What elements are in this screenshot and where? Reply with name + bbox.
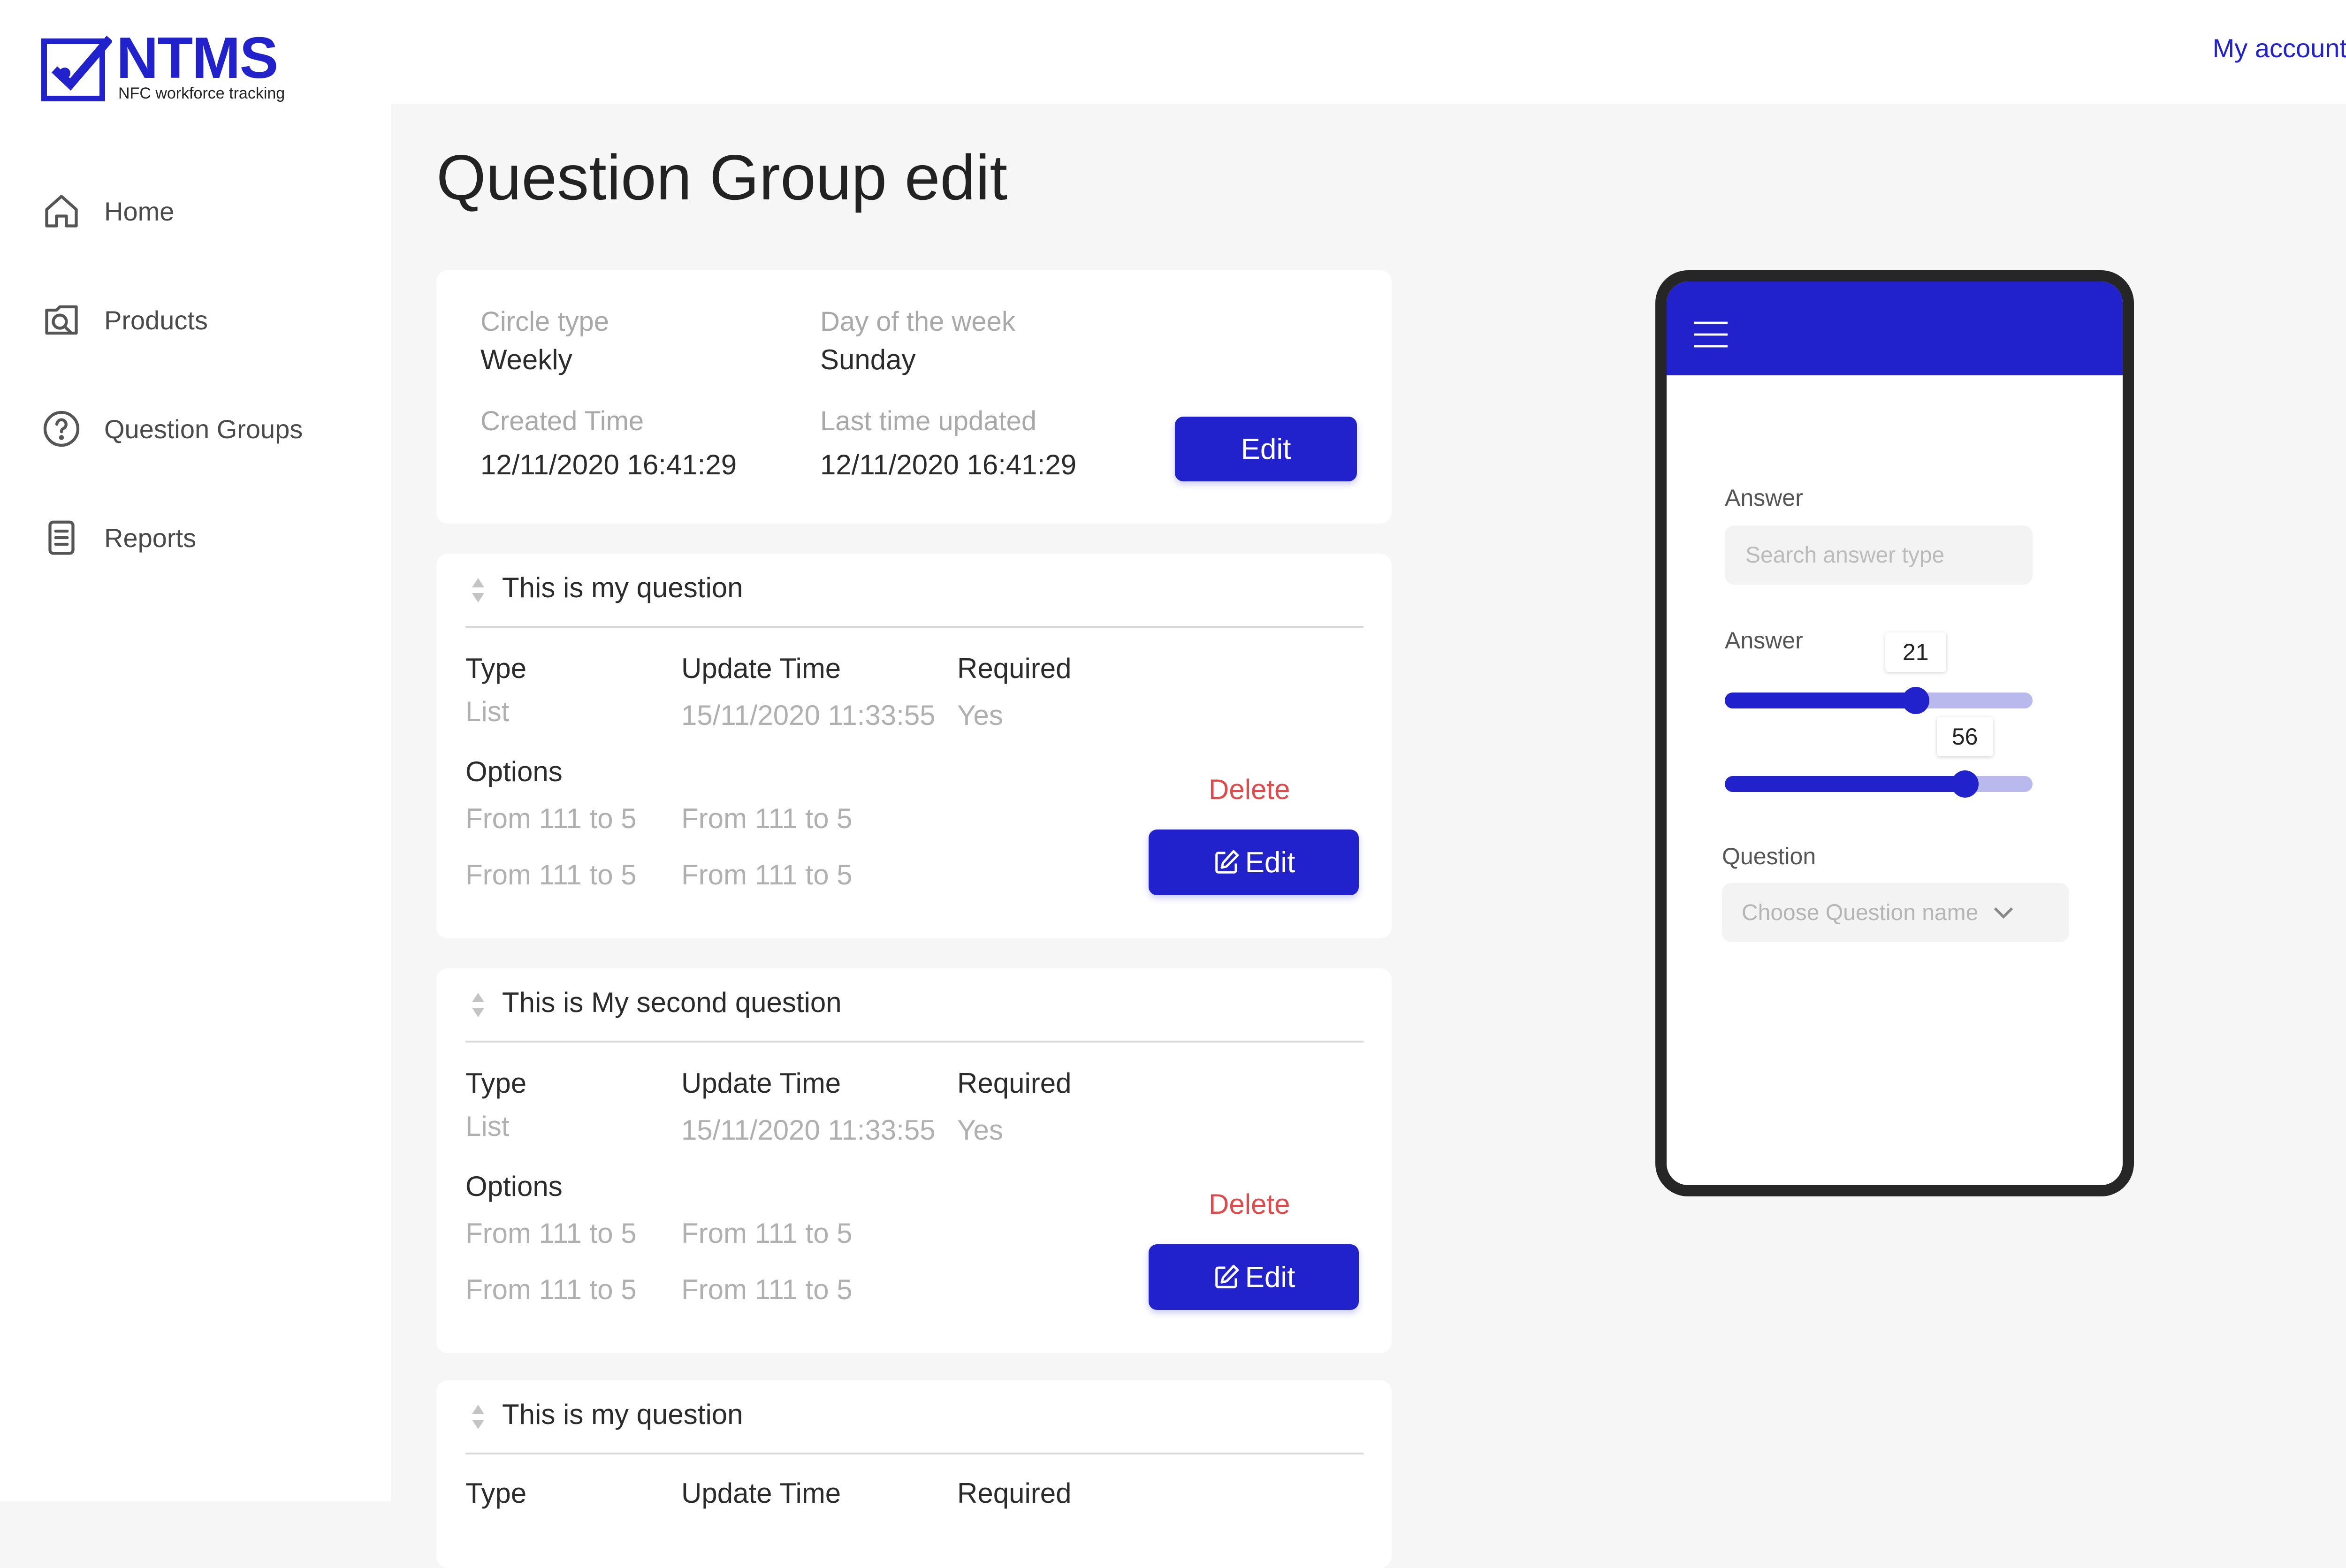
edit-group-label: Edit bbox=[1241, 433, 1291, 465]
question-group-summary-card: Circle type Weekly Day of the week Sunda… bbox=[436, 270, 1392, 524]
sort-handle-icon[interactable] bbox=[470, 1403, 486, 1431]
update-time-value: 15/11/2020 11:33:55 bbox=[681, 700, 936, 731]
required-label: Required bbox=[957, 653, 1072, 684]
circle-type-label: Circle type bbox=[480, 306, 609, 337]
question-select-placeholder: Choose Question name bbox=[1742, 900, 1979, 925]
mobile-preview: Answer Search answer type Answer 21 56 Q… bbox=[1655, 270, 2134, 1196]
edit-question-button[interactable]: Edit bbox=[1149, 1244, 1359, 1310]
created-time-value: 12/11/2020 16:41:29 bbox=[480, 449, 737, 480]
slider-fill bbox=[1725, 693, 1916, 708]
option-item: From 111 to 5 bbox=[681, 803, 853, 834]
answer-slider[interactable]: 56 bbox=[1725, 717, 2033, 798]
question-circle-icon bbox=[41, 409, 82, 449]
home-icon bbox=[41, 191, 82, 231]
option-item: From 111 to 5 bbox=[465, 859, 637, 891]
slider-value-tooltip: 21 bbox=[1885, 632, 1946, 672]
slider-value-tooltip: 56 bbox=[1936, 717, 1993, 756]
slider-thumb[interactable] bbox=[1902, 687, 1929, 714]
sidebar: NTMS NFC workforce tracking Home Product… bbox=[0, 0, 391, 1501]
slider-thumb[interactable] bbox=[1951, 770, 1979, 798]
required-label: Required bbox=[957, 1067, 1072, 1099]
product-search-icon bbox=[41, 300, 82, 340]
chevron-down-icon bbox=[1994, 907, 2013, 919]
edit-question-label: Edit bbox=[1245, 1261, 1295, 1294]
option-item: From 111 to 5 bbox=[465, 1218, 637, 1249]
delete-question-link[interactable]: Delete bbox=[1209, 1188, 1290, 1220]
update-time-label: Update Time bbox=[681, 1067, 841, 1099]
page-title: Question Group edit bbox=[436, 142, 1008, 213]
type-label: Type bbox=[465, 1477, 527, 1509]
day-of-week-value: Sunday bbox=[820, 344, 916, 375]
circle-type-value: Weekly bbox=[480, 344, 572, 375]
sidebar-item-label: Home bbox=[104, 196, 175, 226]
answer-label: Answer bbox=[1725, 627, 1803, 654]
answer-search-input[interactable]: Search answer type bbox=[1725, 525, 2033, 585]
report-icon bbox=[41, 518, 82, 558]
question-title: This is my question bbox=[502, 1399, 743, 1430]
type-value: List bbox=[465, 1111, 510, 1142]
account-menu[interactable]: My account bbox=[2213, 33, 2346, 63]
option-item: From 111 to 5 bbox=[681, 1218, 853, 1249]
edit-question-button[interactable]: Edit bbox=[1149, 830, 1359, 895]
option-item: From 111 to 5 bbox=[681, 859, 853, 891]
options-label: Options bbox=[465, 756, 563, 787]
sidebar-item-question-groups[interactable]: Question Groups bbox=[41, 405, 303, 452]
type-label: Type bbox=[465, 1067, 527, 1099]
sidebar-item-home[interactable]: Home bbox=[41, 188, 174, 235]
divider bbox=[465, 1453, 1363, 1454]
hamburger-menu-icon[interactable] bbox=[1692, 320, 1729, 349]
logo-check-icon bbox=[41, 36, 112, 101]
edit-icon bbox=[1215, 1264, 1239, 1288]
edit-question-label: Edit bbox=[1245, 846, 1295, 879]
created-time-label: Created Time bbox=[480, 406, 644, 436]
option-item: From 111 to 5 bbox=[465, 1274, 637, 1305]
answer-label: Answer bbox=[1725, 485, 1803, 511]
sidebar-item-label: Question Groups bbox=[104, 414, 303, 444]
delete-question-link[interactable]: Delete bbox=[1209, 773, 1290, 806]
edit-group-button[interactable]: Edit bbox=[1175, 417, 1357, 481]
sort-handle-icon[interactable] bbox=[470, 576, 486, 604]
update-time-label: Update Time bbox=[681, 1477, 841, 1509]
logo[interactable]: NTMS NFC workforce tracking bbox=[41, 29, 304, 106]
sidebar-item-label: Products bbox=[104, 305, 208, 335]
mobile-app-bar bbox=[1667, 282, 2123, 375]
question-select[interactable]: Choose Question name bbox=[1722, 883, 2069, 942]
sort-handle-icon[interactable] bbox=[470, 991, 486, 1019]
question-card: This is my question Type Update Time Req… bbox=[436, 1380, 1392, 1568]
brand-name: NTMS bbox=[116, 26, 278, 91]
sidebar-item-label: Reports bbox=[104, 523, 197, 553]
sidebar-item-reports[interactable]: Reports bbox=[41, 514, 196, 561]
type-label: Type bbox=[465, 653, 527, 684]
divider bbox=[465, 626, 1363, 628]
required-value: Yes bbox=[957, 1114, 1003, 1146]
type-value: List bbox=[465, 696, 510, 727]
question-title: This is my question bbox=[502, 572, 743, 603]
day-of-week-label: Day of the week bbox=[820, 306, 1015, 337]
last-updated-label: Last time updated bbox=[820, 406, 1037, 436]
required-value: Yes bbox=[957, 700, 1003, 731]
account-label: My account bbox=[2212, 33, 2346, 63]
sidebar-item-products[interactable]: Products bbox=[41, 297, 208, 343]
edit-icon bbox=[1215, 850, 1239, 874]
divider bbox=[465, 1041, 1363, 1043]
question-label: Question bbox=[1722, 843, 1816, 869]
last-updated-value: 12/11/2020 16:41:29 bbox=[820, 449, 1077, 480]
update-time-label: Update Time bbox=[681, 653, 841, 684]
question-card: This is My second question Type List Upd… bbox=[436, 968, 1392, 1353]
question-card: This is my question Type List Update Tim… bbox=[436, 554, 1392, 938]
slider-fill bbox=[1725, 776, 1965, 792]
options-label: Options bbox=[465, 1171, 563, 1202]
answer-slider[interactable]: 21 bbox=[1725, 632, 2033, 714]
option-item: From 111 to 5 bbox=[681, 1274, 853, 1305]
option-item: From 111 to 5 bbox=[465, 803, 637, 834]
brand-tagline: NFC workforce tracking bbox=[118, 84, 285, 102]
required-label: Required bbox=[957, 1477, 1072, 1509]
question-title: This is My second question bbox=[502, 987, 842, 1018]
update-time-value: 15/11/2020 11:33:55 bbox=[681, 1114, 936, 1146]
